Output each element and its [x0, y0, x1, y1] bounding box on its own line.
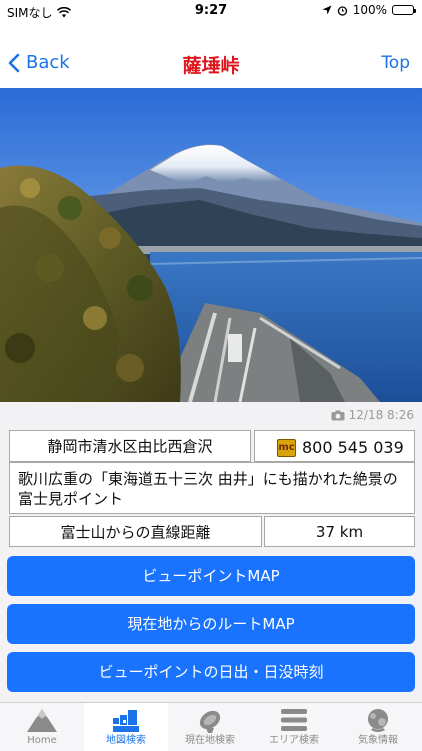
- mapcode-icon: mc: [277, 438, 296, 457]
- top-button[interactable]: Top: [381, 53, 410, 73]
- tab-area-search-label: エリア検索: [269, 735, 319, 746]
- description-text: 歌川広重の「東海道五十三次 由井」にも描かれた絶景の富士見ポイント: [18, 470, 398, 508]
- tab-weather[interactable]: 気象情報: [336, 703, 420, 751]
- list-lines-icon: [281, 709, 307, 731]
- sunrise-sunset-button[interactable]: ビューポイントの日出・日没時刻: [7, 652, 415, 692]
- status-bar: SIMなし 9:27 100%: [0, 0, 422, 22]
- distance-label: 富士山からの直線距離: [60, 523, 211, 541]
- mountain-icon: [27, 709, 57, 732]
- address-cell: 静岡市清水区由比西倉沢: [9, 430, 251, 462]
- page-title: 薩埵峠: [182, 55, 240, 77]
- photo-timestamp: 12/18 8:26: [348, 408, 414, 422]
- camera-icon: [331, 410, 345, 420]
- weather-icon: [368, 709, 388, 732]
- tab-current-location-label: 現在地検索: [185, 735, 235, 746]
- alarm-icon: [337, 5, 347, 16]
- address-text: 静岡市清水区由比西倉沢: [47, 437, 213, 456]
- navigation-bar: Back 薩埵峠 Top: [0, 22, 422, 88]
- battery-percent: 100%: [352, 3, 387, 17]
- satellite-dish-icon: [199, 710, 221, 733]
- map-search-icon: [113, 710, 139, 732]
- tab-weather-label: 気象情報: [358, 735, 398, 746]
- tab-map-search-label: 地図検索: [106, 735, 146, 746]
- mapcode-cell[interactable]: mc 800 545 039: [254, 430, 415, 462]
- tab-bar: Home 地図検索 現在地検索 エリア検索 気象情報: [0, 702, 422, 751]
- battery-icon: [392, 5, 416, 15]
- tab-home-label: Home: [27, 735, 57, 746]
- description-cell: 歌川広重の「東海道五十三次 由井」にも描かれた絶景の富士見ポイント: [9, 462, 415, 514]
- route-map-button[interactable]: 現在地からのルートMAP: [7, 604, 415, 644]
- viewpoint-map-button[interactable]: ビューポイントMAP: [7, 556, 415, 596]
- distance-value-cell: 37 km: [264, 516, 415, 547]
- tab-map-search[interactable]: 地図検索: [84, 703, 168, 751]
- tab-home[interactable]: Home: [0, 703, 84, 751]
- distance-value: 37 km: [315, 522, 364, 541]
- viewpoint-photo: [0, 88, 422, 402]
- mapcode-value: 800 545 039: [302, 438, 404, 457]
- photo-info-row: 12/18 8:26: [0, 402, 422, 428]
- distance-label-cell: 富士山からの直線距離: [9, 516, 262, 547]
- location-arrow-icon: [322, 5, 332, 15]
- tab-current-location[interactable]: 現在地検索: [168, 703, 252, 751]
- tab-area-search[interactable]: エリア検索: [252, 703, 336, 751]
